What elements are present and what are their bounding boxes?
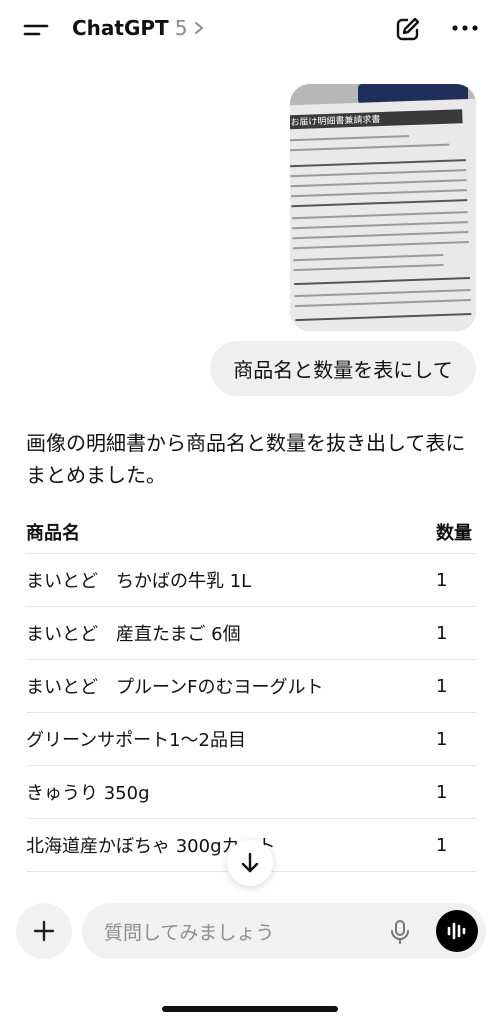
add-attachment-button[interactable] bbox=[16, 903, 72, 959]
user-message-bubble: 商品名と数量を表にして bbox=[210, 341, 476, 396]
table-row: まいとど プルーンFのむヨーグルト 1 bbox=[26, 660, 476, 713]
table-row: まいとど ちかばの牛乳 1L 1 bbox=[26, 554, 476, 607]
assistant-message-text: 画像の明細書から商品名と数量を抜き出して表にまとめました。 bbox=[26, 431, 466, 487]
document-line bbox=[290, 143, 450, 152]
model-selector[interactable]: ChatGPT 5 bbox=[72, 16, 205, 40]
cell-qty: 1 bbox=[436, 569, 448, 591]
uploaded-image[interactable]: お届け明細書兼請求書 bbox=[290, 84, 476, 331]
table-row: まいとど 産直たまご 6個 1 bbox=[26, 607, 476, 660]
column-header-name: 商品名 bbox=[26, 523, 80, 544]
arrow-down-icon bbox=[241, 852, 259, 873]
document-line bbox=[293, 253, 444, 262]
voice-mode-button[interactable] bbox=[436, 910, 478, 952]
column-header-qty: 数量 bbox=[436, 523, 472, 544]
cell-qty: 1 bbox=[436, 728, 448, 750]
document-line bbox=[290, 135, 410, 142]
document-line bbox=[293, 263, 444, 272]
table-row: きゅうり 350g 1 bbox=[26, 766, 476, 819]
edit-icon[interactable] bbox=[394, 15, 422, 43]
document-line bbox=[291, 199, 468, 208]
scroll-to-bottom-button[interactable] bbox=[227, 840, 273, 886]
app-title: ChatGPT bbox=[72, 16, 169, 40]
chevron-right-icon bbox=[195, 22, 204, 34]
document-line bbox=[292, 231, 469, 240]
plus-icon bbox=[33, 920, 55, 942]
document-line bbox=[290, 159, 466, 168]
document-line bbox=[290, 179, 467, 188]
cell-name: グリーンサポート1〜2品目 bbox=[26, 730, 247, 751]
cell-name: まいとど 産直たまご 6個 bbox=[26, 624, 241, 645]
home-indicator bbox=[162, 1006, 338, 1012]
cell-qty: 1 bbox=[436, 622, 448, 644]
waveform-icon bbox=[447, 922, 466, 940]
document-line bbox=[290, 169, 467, 178]
cell-name: まいとど プルーンFのむヨーグルト bbox=[26, 677, 324, 698]
cell-qty: 1 bbox=[436, 834, 448, 856]
document-line bbox=[291, 211, 468, 220]
document-line bbox=[292, 241, 469, 250]
menu-icon[interactable] bbox=[22, 18, 50, 42]
message-input-placeholder: 質問してみましょう bbox=[104, 922, 275, 944]
cell-name: まいとど ちかばの牛乳 1L bbox=[26, 571, 252, 592]
document-paper: お届け明細書兼請求書 bbox=[290, 98, 476, 331]
top-bar: ChatGPT 5 bbox=[0, 0, 501, 60]
model-version: 5 bbox=[174, 16, 188, 40]
result-table: 商品名 数量 まいとど ちかばの牛乳 1L 1 まいとど 産直たまご 6個 1 … bbox=[26, 511, 476, 872]
cell-qty: 1 bbox=[436, 781, 448, 803]
document-line bbox=[294, 299, 471, 308]
document-line bbox=[294, 289, 471, 298]
document-line bbox=[291, 189, 467, 198]
more-icon[interactable] bbox=[450, 20, 480, 36]
document-line bbox=[295, 313, 472, 322]
document-line bbox=[292, 221, 469, 230]
table-header: 商品名 数量 bbox=[26, 511, 476, 554]
user-message-text: 商品名と数量を表にして bbox=[233, 358, 453, 382]
cell-name: きゅうり 350g bbox=[26, 783, 150, 804]
document-line bbox=[294, 277, 471, 286]
cell-qty: 1 bbox=[436, 675, 448, 697]
microphone-icon[interactable] bbox=[389, 919, 411, 945]
table-row: グリーンサポート1〜2品目 1 bbox=[26, 713, 476, 766]
